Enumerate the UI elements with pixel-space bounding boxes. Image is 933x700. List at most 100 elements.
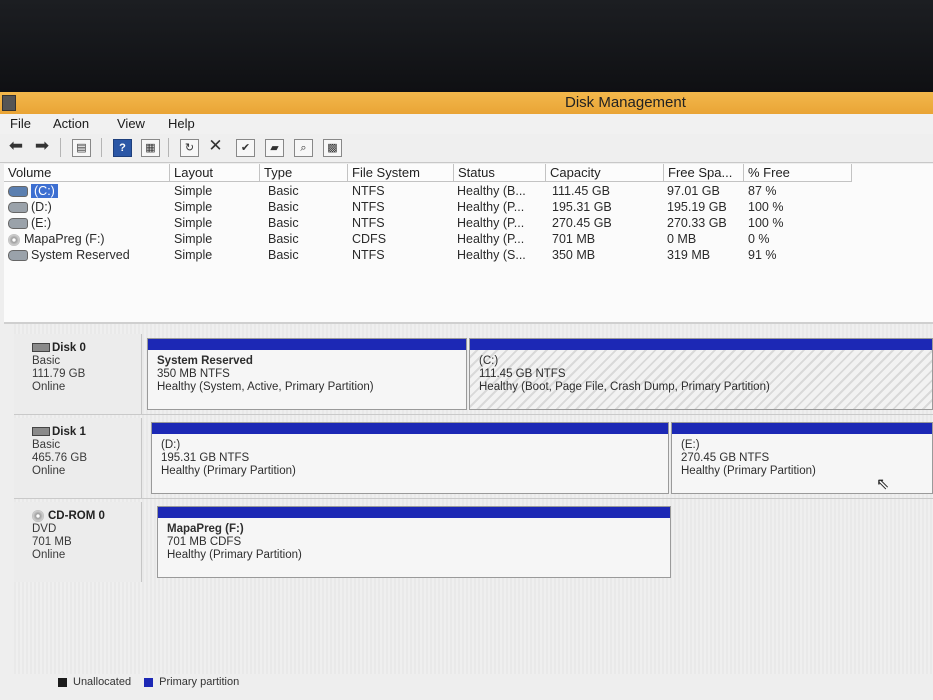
column-capacity[interactable]: Capacity <box>546 164 664 182</box>
drive-icon <box>8 202 28 214</box>
volume-cell: System Reserved <box>8 247 130 263</box>
partition-name: System Reserved <box>157 355 253 367</box>
partition-name: (D:) <box>161 439 181 451</box>
cd-rom-icon <box>8 233 20 246</box>
percent-free-cell: 87 % <box>748 184 777 198</box>
capacity-cell: 701 MB <box>552 232 596 246</box>
legend: Unallocated Primary partition <box>58 676 239 688</box>
column-file-system[interactable]: File System <box>348 164 454 182</box>
disk-kind: Basic <box>32 355 61 367</box>
file-system-cell: NTFS <box>352 184 385 198</box>
disk-row: CD-ROM 0 DVD 701 MB Online MapaPreg (F:)… <box>14 502 933 582</box>
file-system-cell: NTFS <box>352 216 385 230</box>
file-system-cell: NTFS <box>352 248 385 262</box>
help-icon[interactable]: ? <box>113 139 132 157</box>
partition-e[interactable]: (E:) 270.45 GB NTFS Healthy (Primary Par… <box>671 422 933 494</box>
disk-name: CD-ROM 0 <box>48 510 105 523</box>
explore-icon[interactable]: ▩ <box>323 139 342 157</box>
legend-label: Unallocated <box>73 676 132 688</box>
free-space-cell: 97.01 GB <box>667 184 720 198</box>
menu-action[interactable]: Action <box>53 116 89 131</box>
percent-free-cell: 100 % <box>748 216 784 230</box>
percent-free-cell: 0 % <box>748 232 770 246</box>
table-row[interactable]: (D:) Simple Basic NTFS Healthy (P... 195… <box>4 199 933 215</box>
properties-icon[interactable]: ▦ <box>141 139 160 157</box>
column-volume[interactable]: Volume <box>4 164 170 182</box>
column-percent-free[interactable]: % Free <box>744 164 852 182</box>
free-space-cell: 195.19 GB <box>667 200 727 214</box>
monitor-bezel <box>0 0 933 92</box>
delete-icon[interactable]: ✕ <box>207 137 224 155</box>
window-title: Disk Management <box>565 94 686 111</box>
disk-state: Online <box>32 381 66 393</box>
disk-info[interactable]: CD-ROM 0 DVD 701 MB Online <box>14 502 142 582</box>
title-bar[interactable]: Disk Management <box>0 92 933 114</box>
partition-bar <box>152 423 668 434</box>
hard-disk-icon <box>32 343 50 353</box>
partition-c[interactable]: (C:) 111.45 GB NTFS Healthy (Boot, Page … <box>469 338 933 410</box>
disk-state: Online <box>32 465 66 477</box>
type-cell: Basic <box>268 248 299 262</box>
volume-cell: MapaPreg (F:) <box>8 231 105 247</box>
table-row[interactable]: MapaPreg (F:) Simple Basic CDFS Healthy … <box>4 231 933 247</box>
toolbar-separator <box>101 138 102 157</box>
open-icon[interactable]: ▰ <box>265 139 284 157</box>
status-cell: Healthy (P... <box>457 216 525 230</box>
capacity-cell: 111.45 GB <box>552 184 610 198</box>
disk-graphical-view[interactable]: Disk 0 Basic 111.79 GB Online System Res… <box>14 324 933 674</box>
partition-status: Healthy (Boot, Page File, Crash Dump, Pr… <box>479 381 770 393</box>
column-layout[interactable]: Layout <box>170 164 260 182</box>
status-cell: Healthy (P... <box>457 200 525 214</box>
partition-status: Healthy (System, Active, Primary Partiti… <box>157 381 374 393</box>
capacity-cell: 270.45 GB <box>552 216 612 230</box>
disk-info[interactable]: Disk 0 Basic 111.79 GB Online <box>14 334 142 414</box>
mouse-cursor-icon: ⇖ <box>876 476 890 493</box>
partition-f[interactable]: MapaPreg (F:) 701 MB CDFS Healthy (Prima… <box>157 506 671 578</box>
disk-size: 465.76 GB <box>32 452 87 464</box>
partition-name: (C:) <box>479 355 499 367</box>
partition-size: 350 MB NTFS <box>157 368 230 380</box>
toolbar-separator <box>60 138 61 157</box>
file-system-cell: NTFS <box>352 200 385 214</box>
type-cell: Basic <box>268 200 299 214</box>
table-row[interactable]: (E:) Simple Basic NTFS Healthy (P... 270… <box>4 215 933 231</box>
disk-state: Online <box>32 549 66 562</box>
check-icon[interactable]: ✔ <box>236 139 255 157</box>
menu-view[interactable]: View <box>117 116 145 131</box>
layout-cell: Simple <box>174 200 213 214</box>
console-tree-icon[interactable]: ▤ <box>72 139 91 157</box>
layout-cell: Simple <box>174 248 213 262</box>
disk-management-window: Disk Management File Action View Help ⬅ … <box>0 92 933 700</box>
menu-help[interactable]: Help <box>168 116 195 131</box>
disk-info[interactable]: Disk 1 Basic 465.76 GB Online <box>14 418 142 498</box>
column-type[interactable]: Type <box>260 164 348 182</box>
table-row[interactable]: (C:) Simple Basic NTFS Healthy (B... 111… <box>4 183 933 199</box>
status-cell: Healthy (B... <box>457 184 526 198</box>
back-arrow-icon[interactable]: ⬅ <box>6 137 26 155</box>
partition-d[interactable]: (D:) 195.31 GB NTFS Healthy (Primary Par… <box>151 422 669 494</box>
partition-name: (E:) <box>681 439 700 451</box>
column-free-space[interactable]: Free Spa... <box>664 164 744 182</box>
legend-swatch-unallocated <box>58 677 67 687</box>
app-icon[interactable] <box>2 95 16 111</box>
disk-size: 701 MB <box>32 536 72 549</box>
search-icon[interactable]: ⌕ <box>294 139 313 157</box>
free-space-cell: 0 MB <box>667 232 697 246</box>
percent-free-cell: 100 % <box>748 200 784 214</box>
volume-name: (E:) <box>31 216 52 230</box>
type-cell: Basic <box>268 232 299 246</box>
percent-free-cell: 91 % <box>748 248 777 262</box>
refresh-icon[interactable]: ↻ <box>180 139 199 157</box>
toolbar: ⬅ ➡ ▤ ? ▦ ↻ ✕ ✔ ▰ ⌕ ▩ <box>0 134 933 163</box>
volume-cell: (D:) <box>8 199 52 215</box>
column-status[interactable]: Status <box>454 164 546 182</box>
partition-status: Healthy (Primary Partition) <box>167 549 302 561</box>
hard-disk-icon <box>32 427 50 437</box>
partition-size: 195.31 GB NTFS <box>161 452 250 464</box>
forward-arrow-icon[interactable]: ➡ <box>32 137 52 155</box>
partition-bar <box>672 423 932 434</box>
table-row[interactable]: System Reserved Simple Basic NTFS Health… <box>4 247 933 263</box>
partition-system-reserved[interactable]: System Reserved 350 MB NTFS Healthy (Sys… <box>147 338 467 410</box>
menu-file[interactable]: File <box>10 116 31 131</box>
volume-list[interactable]: Volume Layout Type File System Status Ca… <box>4 164 933 324</box>
